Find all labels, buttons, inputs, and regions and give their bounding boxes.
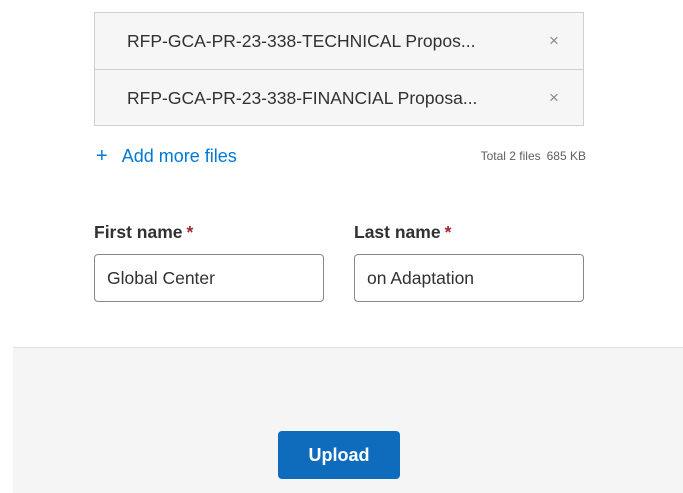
add-more-files-label: Add more files xyxy=(121,146,237,166)
total-summary: Total 2 files 685 KB xyxy=(440,147,586,165)
last-name-field: Last name * xyxy=(354,220,584,302)
first-name-label: First name * xyxy=(94,222,194,242)
file-list: RFP-GCA-PR-23-338-TECHNICAL Propos... × … xyxy=(94,12,584,126)
total-files-size: 685 KB xyxy=(546,149,586,163)
first-name-field: First name * xyxy=(94,220,324,302)
file-name: RFP-GCA-PR-23-338-FINANCIAL Proposa... xyxy=(127,88,478,108)
last-name-input[interactable] xyxy=(354,254,584,302)
plus-icon: + xyxy=(96,145,108,167)
upload-dialog: RFP-GCA-PR-23-338-TECHNICAL Propos... × … xyxy=(0,0,683,493)
remove-file-icon[interactable]: × xyxy=(545,70,563,126)
upload-button[interactable]: Upload xyxy=(278,431,400,479)
total-files-count: Total 2 files xyxy=(480,149,541,163)
add-more-files-button[interactable]: + Add more files xyxy=(96,143,237,169)
remove-file-icon[interactable]: × xyxy=(545,13,563,69)
required-marker: * xyxy=(444,222,452,242)
last-name-label: Last name * xyxy=(354,222,452,242)
file-item: RFP-GCA-PR-23-338-TECHNICAL Propos... × xyxy=(95,13,583,69)
file-item: RFP-GCA-PR-23-338-FINANCIAL Proposa... × xyxy=(95,69,583,125)
file-name: RFP-GCA-PR-23-338-TECHNICAL Propos... xyxy=(127,31,476,51)
required-marker: * xyxy=(186,222,194,242)
first-name-input[interactable] xyxy=(94,254,324,302)
